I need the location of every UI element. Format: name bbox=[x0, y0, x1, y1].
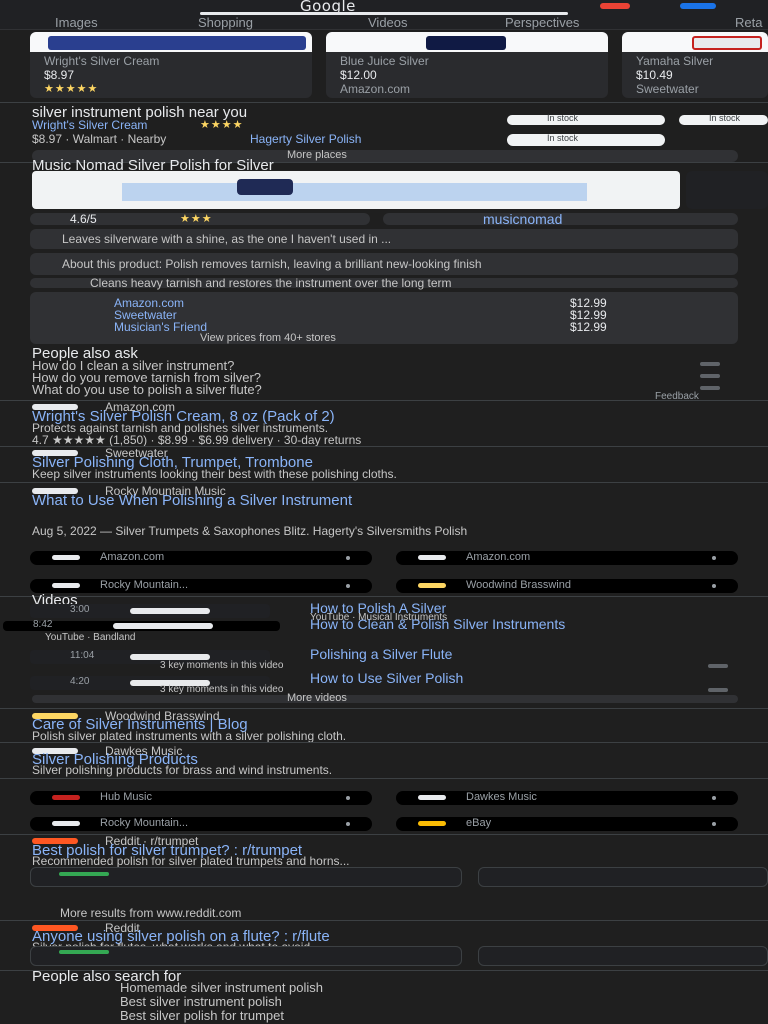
chevron-down-icon[interactable] bbox=[700, 374, 720, 378]
source-chip[interactable]: Hub Music bbox=[30, 791, 372, 805]
product-store: Amazon.com bbox=[340, 82, 411, 96]
reddit-thread-card[interactable] bbox=[30, 867, 462, 887]
divider bbox=[0, 778, 768, 779]
product-price: $8.97 bbox=[44, 68, 75, 82]
account-avatar[interactable] bbox=[680, 3, 716, 9]
rating-chip[interactable]: 4.6/5 ★★★ bbox=[30, 212, 370, 226]
product-image bbox=[30, 32, 312, 52]
product-card[interactable]: Blue Juice Silver $12.00 Amazon.com bbox=[326, 32, 608, 98]
store-badge: In stock bbox=[507, 133, 665, 146]
source-chip[interactable]: Amazon.com bbox=[30, 551, 372, 565]
result-snippet: Polish silver plated instruments with a … bbox=[32, 729, 347, 743]
chevron-down-icon[interactable] bbox=[700, 386, 720, 390]
top-bar: Google Images Shopping Videos Perspectiv… bbox=[0, 0, 768, 30]
source-chip[interactable]: Rocky Mountain... bbox=[30, 579, 372, 593]
chevron-down-icon[interactable] bbox=[708, 688, 728, 692]
chevron-down-icon[interactable] bbox=[700, 362, 720, 366]
result-snippet: Silver polishing products for brass and … bbox=[32, 763, 333, 777]
related-search[interactable]: Homemade silver instrument polish bbox=[120, 980, 323, 995]
divider bbox=[0, 482, 768, 483]
divider bbox=[0, 596, 768, 597]
local-item-name[interactable]: Wright's Silver Cream bbox=[32, 118, 147, 132]
about-product[interactable]: About this product: Polish removes tarni… bbox=[30, 253, 738, 275]
result-title[interactable]: What to Use When Polishing a Silver Inst… bbox=[32, 492, 352, 509]
product-rating: ★★★★★ bbox=[44, 83, 99, 95]
video-title[interactable]: How to Use Silver Polish bbox=[310, 670, 463, 686]
divider bbox=[0, 102, 768, 103]
reddit-thread-card[interactable] bbox=[30, 946, 462, 966]
source-chip[interactable]: Woodwind Brasswind bbox=[396, 579, 738, 593]
product-card[interactable]: Yamaha Silver $10.49 Sweetwater bbox=[622, 32, 768, 98]
product-price: $10.49 bbox=[636, 68, 673, 82]
video-source: YouTube · Bandland bbox=[45, 632, 136, 643]
video-title[interactable]: Polishing a Silver Flute bbox=[310, 646, 452, 662]
more-videos-button[interactable]: More videos bbox=[32, 692, 738, 704]
video-thumbnail[interactable]: 8:42 bbox=[3, 619, 280, 631]
product-side-image[interactable] bbox=[686, 171, 768, 209]
product-image bbox=[326, 32, 608, 52]
view-all-prices[interactable]: View prices from 40+ stores bbox=[200, 332, 336, 344]
product-title: Blue Juice Silver bbox=[340, 54, 429, 68]
result-meta: 4.7 ★★★★★ (1,850) · $8.99 · $6.99 delive… bbox=[32, 433, 362, 447]
tab-perspectives[interactable]: Perspectives bbox=[505, 15, 579, 30]
key-moments[interactable]: 3 key moments in this video bbox=[160, 660, 283, 671]
review-snippet[interactable]: Cleans heavy tarnish and restores the in… bbox=[30, 276, 738, 290]
video-title[interactable]: How to Clean & Polish Silver Instruments bbox=[310, 616, 565, 632]
local-item-rating: ★★★★ bbox=[200, 119, 244, 131]
video-thumbnail[interactable]: 3:00 bbox=[30, 604, 270, 618]
related-search[interactable]: Best silver instrument polish bbox=[120, 994, 282, 1009]
reddit-thread-card[interactable] bbox=[478, 946, 768, 966]
product-image bbox=[622, 32, 768, 52]
result-snippet: Recommended polish for silver plated tru… bbox=[32, 854, 350, 868]
source-chip[interactable]: Rocky Mountain... bbox=[30, 817, 372, 831]
product-hero-image[interactable] bbox=[32, 171, 680, 209]
divider bbox=[0, 742, 768, 743]
tab-shopping[interactable]: Shopping bbox=[198, 15, 253, 30]
source-chip[interactable]: Dawkes Music bbox=[396, 791, 738, 805]
offers-list: Amazon.com $12.99 Sweetwater $12.99 Musi… bbox=[30, 292, 738, 344]
google-logo: Google bbox=[300, 0, 356, 15]
offer-price: $12.99 bbox=[570, 320, 607, 334]
product-title: Wright's Silver Cream bbox=[44, 54, 160, 68]
search-tabs: Images Shopping Videos Perspectives Reta bbox=[0, 15, 768, 30]
result-snippet: Aug 5, 2022 — Silver Trumpets & Saxophon… bbox=[32, 524, 468, 538]
key-moments[interactable]: 3 key moments in this video bbox=[160, 684, 283, 695]
result-snippet: Keep silver instruments looking their be… bbox=[32, 467, 397, 481]
offer-store[interactable]: Musician's Friend bbox=[114, 320, 207, 334]
tab-more[interactable]: Reta bbox=[735, 15, 762, 30]
review-snippet[interactable]: Leaves silverware with a shine, as the o… bbox=[30, 229, 738, 249]
related-search[interactable]: Best silver polish for trumpet bbox=[120, 1008, 284, 1023]
more-results-link[interactable]: More results from www.reddit.com bbox=[60, 906, 241, 920]
source-chip[interactable]: Amazon.com bbox=[396, 551, 738, 565]
product-store: Sweetwater bbox=[636, 82, 699, 96]
paa-question[interactable]: What do you use to polish a silver flute… bbox=[32, 382, 262, 397]
reddit-thread-card[interactable] bbox=[478, 867, 768, 887]
chevron-down-icon[interactable] bbox=[708, 664, 728, 668]
product-price: $12.00 bbox=[340, 68, 377, 82]
store-badge: In stock bbox=[679, 113, 768, 125]
store-badge: In stock bbox=[507, 113, 665, 125]
local-item-name[interactable]: Hagerty Silver Polish bbox=[250, 132, 361, 146]
tab-videos[interactable]: Videos bbox=[368, 15, 408, 30]
product-title: Yamaha Silver bbox=[636, 54, 714, 68]
labs-icon[interactable] bbox=[600, 3, 630, 9]
source-chip[interactable]: eBay bbox=[396, 817, 738, 831]
product-card[interactable]: Wright's Silver Cream $8.97 ★★★★★ bbox=[30, 32, 312, 98]
tab-images[interactable]: Images bbox=[55, 15, 98, 30]
store-chip[interactable]: musicnomad bbox=[383, 211, 738, 227]
local-item-detail: $8.97 · Walmart · Nearby bbox=[32, 132, 167, 146]
